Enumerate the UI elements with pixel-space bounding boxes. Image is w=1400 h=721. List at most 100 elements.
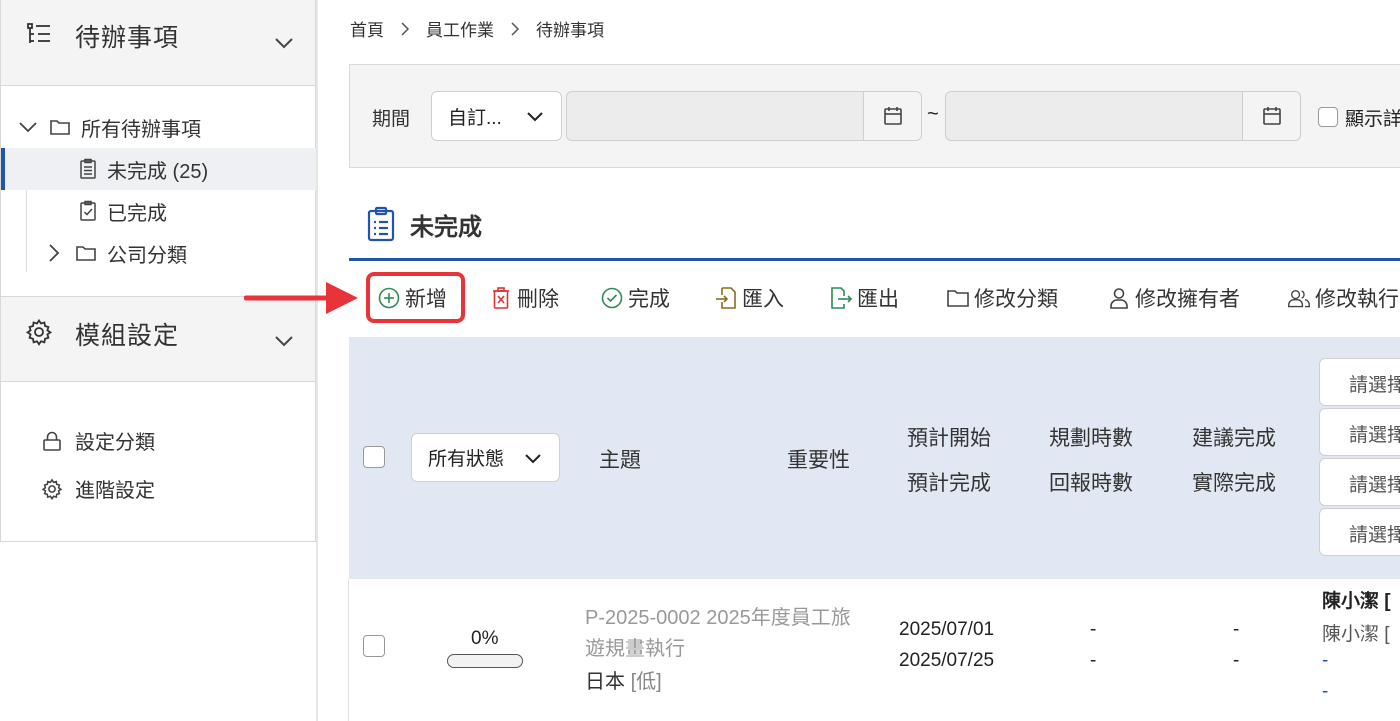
tree-item-all-todos[interactable]: 所有待辦事項	[1, 106, 316, 148]
column-header-plan-start[interactable]: 預計開始	[907, 422, 991, 452]
module-settings-title: 模組設定	[75, 322, 180, 350]
folder-icon	[946, 286, 974, 310]
tree-item-label: 已完成	[107, 202, 167, 225]
clipboard-list-icon	[366, 206, 410, 242]
status-filter-value: 所有狀態	[428, 449, 505, 470]
tree-item-done[interactable]: 已完成	[1, 190, 316, 232]
tree-list-icon	[25, 20, 53, 48]
chevron-right-icon[interactable]	[43, 242, 65, 264]
date-range-separator: ~	[927, 103, 939, 125]
row-executor: 陳小潔 [	[1322, 624, 1390, 645]
users-icon	[1287, 286, 1315, 310]
chevron-down-icon	[525, 106, 545, 126]
owner-picker[interactable]: 請選擇	[1319, 358, 1400, 406]
column-header-report-hours[interactable]: 回報時數	[1049, 467, 1133, 497]
change-owner-label: 修改擁有者	[1135, 288, 1240, 311]
executor-picker[interactable]: 請選擇	[1319, 408, 1400, 456]
select-all-checkbox[interactable]	[363, 446, 385, 468]
breadcrumb-home[interactable]: 首頁	[350, 16, 384, 41]
user-icon	[1107, 286, 1135, 310]
person-picker[interactable]: 請選擇	[1319, 508, 1400, 556]
chevron-right-icon	[508, 21, 522, 36]
file-import-icon	[714, 286, 742, 310]
column-header-subject[interactable]: 主題	[599, 444, 641, 474]
file-export-icon	[829, 286, 857, 310]
lock-icon	[41, 430, 63, 452]
settings-category-label: 設定分類	[75, 432, 155, 454]
settings-category-link[interactable]: 設定分類	[41, 426, 155, 455]
section-title: 未完成	[366, 206, 482, 242]
calendar-button[interactable]	[1242, 92, 1300, 140]
row-suggest-done: -	[1233, 619, 1240, 640]
breadcrumb-current: 待辦事項	[536, 21, 604, 40]
table-row[interactable]: 0% P-2025-0002 2025年度員工旅 遊規畫執行 日本 [低] 20…	[349, 579, 1400, 721]
row-link[interactable]: -	[1322, 681, 1328, 703]
period-select-value: 自訂...	[448, 107, 502, 129]
row-link[interactable]: -	[1322, 650, 1328, 672]
column-header-importance[interactable]: 重要性	[787, 444, 850, 474]
table-header: 所有狀態 主題 重要性 預計開始 預計完成 規劃時數 回報時數 建議完成 實際完…	[349, 337, 1400, 579]
tree-item-company-category[interactable]: 公司分類	[1, 232, 316, 274]
row-checkbox[interactable]	[363, 635, 385, 657]
trash-icon	[489, 286, 517, 310]
show-detail-checkbox[interactable]	[1318, 107, 1338, 127]
tree-item-incomplete[interactable]: 未完成 (25)	[1, 148, 316, 190]
show-detail-label: 顯示詳	[1345, 109, 1400, 130]
section-title-text: 未完成	[410, 213, 482, 241]
sidebar-divider	[316, 0, 318, 721]
change-owner-button[interactable]: 修改擁有者	[1107, 283, 1240, 313]
row-owner: 陳小潔 [	[1322, 591, 1391, 612]
chevron-down-icon	[523, 448, 543, 468]
complete-button[interactable]: 完成	[600, 283, 670, 313]
complete-button-label: 完成	[628, 288, 670, 311]
start-date-input[interactable]	[566, 91, 922, 141]
row-actual-done: -	[1233, 650, 1240, 671]
module-settings-body: 設定分類 進階設定	[0, 382, 316, 542]
toolbar: 新增 刪除 完成 匯入 匯出 修改分類 修改擁有者 修改執行	[349, 261, 1400, 337]
gear-icon	[25, 318, 53, 346]
row-category-text: 日本	[585, 671, 625, 693]
import-button[interactable]: 匯入	[714, 283, 784, 313]
calendar-icon	[1261, 105, 1283, 127]
tree-item-label: 所有待辦事項	[81, 118, 201, 141]
change-executor-label: 修改執行	[1315, 288, 1399, 311]
annotation-arrow	[244, 278, 360, 318]
progress-bar	[447, 654, 523, 668]
row-report-hours: -	[1090, 650, 1097, 671]
person-picker[interactable]: 請選擇	[1319, 458, 1400, 506]
sidebar: 待辦事項 所有待辦事項 未完成 (25) 已完成 公司分類 模組設定 設定分類 …	[0, 0, 318, 721]
row-category: 日本 [低]	[585, 665, 662, 694]
column-header-plan-end[interactable]: 預計完成	[907, 467, 991, 497]
row-subject-continued[interactable]: 遊規畫執行	[585, 632, 685, 661]
delete-button[interactable]: 刪除	[489, 283, 559, 313]
calendar-button[interactable]	[863, 92, 921, 140]
column-header-plan-hours[interactable]: 規劃時數	[1049, 422, 1133, 452]
chevron-down-icon[interactable]	[17, 116, 39, 138]
add-button-highlight	[366, 272, 465, 323]
end-date-input[interactable]	[945, 91, 1301, 141]
advanced-settings-label: 進階設定	[75, 480, 155, 502]
column-header-actual-done[interactable]: 實際完成	[1192, 467, 1276, 497]
export-button-label: 匯出	[857, 288, 899, 311]
breadcrumb: 首頁 員工作業 待辦事項	[350, 16, 604, 41]
row-plan-end: 2025/07/25	[899, 650, 995, 671]
todo-section-header[interactable]: 待辦事項	[0, 0, 316, 86]
change-executor-button[interactable]: 修改執行	[1287, 283, 1399, 313]
chevron-down-icon[interactable]	[273, 330, 295, 352]
calendar-icon	[882, 105, 904, 127]
breadcrumb-employee-ops[interactable]: 員工作業	[426, 16, 494, 41]
period-label: 期間	[372, 109, 411, 130]
chevron-down-icon[interactable]	[273, 32, 295, 54]
advanced-settings-link[interactable]: 進階設定	[41, 474, 155, 503]
row-subject[interactable]: P-2025-0002 2025年度員工旅	[585, 601, 851, 630]
clipboard-list-icon	[77, 158, 99, 180]
filter-panel: 期間 自訂... ~ 顯示詳	[349, 64, 1400, 168]
period-select[interactable]: 自訂...	[431, 91, 562, 141]
export-button[interactable]: 匯出	[829, 283, 899, 313]
check-circle-icon	[600, 286, 628, 310]
progress-text: 0%	[471, 628, 499, 649]
chevron-right-icon	[398, 21, 412, 36]
change-category-button[interactable]: 修改分類	[946, 283, 1058, 313]
status-filter-select[interactable]: 所有狀態	[411, 433, 560, 482]
column-header-suggest-done[interactable]: 建議完成	[1192, 422, 1276, 452]
